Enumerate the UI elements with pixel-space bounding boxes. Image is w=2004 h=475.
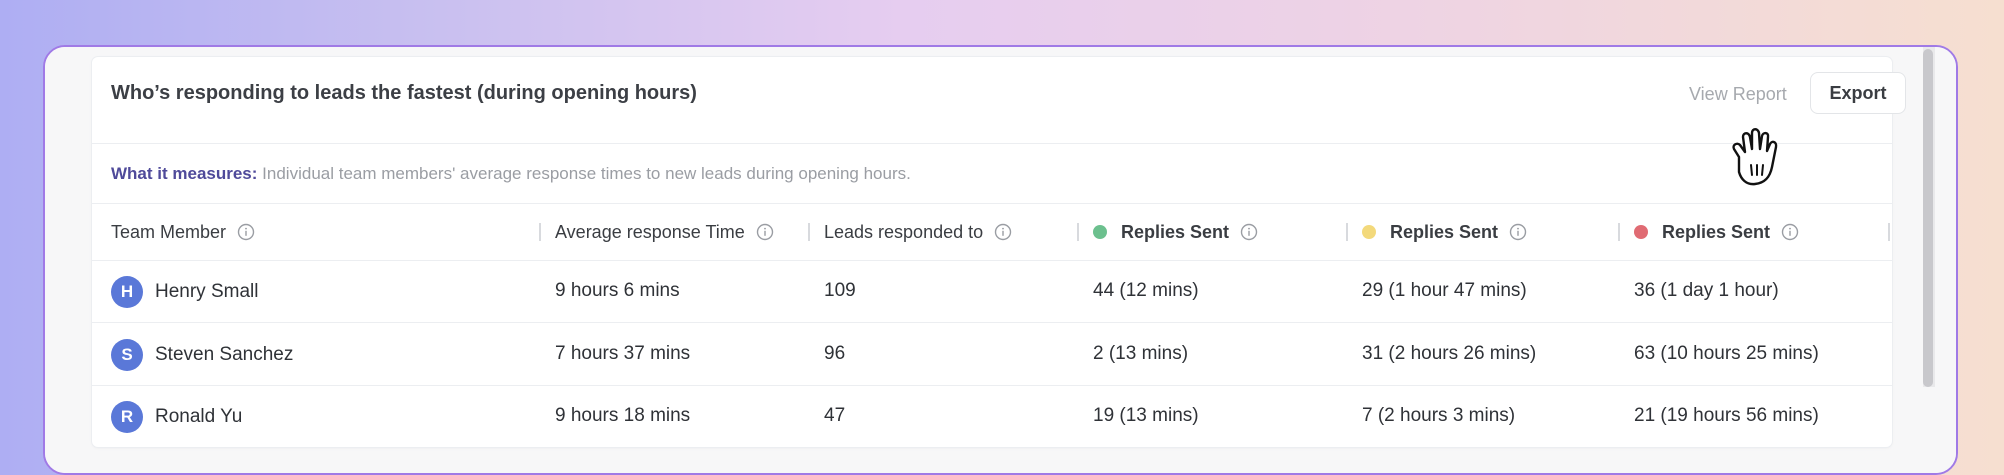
replies-yellow-cell: 7 (2 hours 3 mins) — [1362, 405, 1516, 426]
column-label: Average response Time — [555, 222, 745, 242]
avatar: H — [111, 276, 143, 308]
table-row[interactable]: S Steven Sanchez 7 hours 37 mins 96 2 (1… — [92, 323, 1892, 386]
replies-red-cell: 21 (19 hours 56 mins) — [1634, 405, 1819, 426]
team-member-cell: R Ronald Yu — [111, 401, 242, 433]
info-icon[interactable] — [994, 223, 1012, 241]
hand-cursor-icon — [1732, 128, 1778, 186]
column-header-leads-responded[interactable]: Leads responded to — [824, 221, 1012, 243]
member-name: Ronald Yu — [155, 406, 243, 427]
table-row[interactable]: R Ronald Yu 9 hours 18 mins 47 19 (13 mi… — [92, 385, 1892, 447]
replies-green-cell: 19 (13 mins) — [1093, 405, 1199, 426]
measure-label: What it measures: — [111, 164, 258, 183]
info-icon[interactable] — [1240, 223, 1258, 241]
card-title: Who’s responding to leads the fastest (d… — [111, 82, 697, 104]
card-header: Who’s responding to leads the fastest (d… — [92, 57, 1906, 144]
column-divider[interactable] — [1888, 223, 1890, 241]
member-name: Steven Sanchez — [155, 344, 294, 365]
leads-responded-cell: 47 — [824, 405, 846, 426]
status-dot-green — [1093, 225, 1107, 239]
info-icon[interactable] — [756, 223, 774, 241]
info-icon[interactable] — [1509, 223, 1527, 241]
avg-response-cell: 7 hours 37 mins — [555, 343, 691, 364]
column-label: Replies Sent — [1662, 222, 1771, 242]
column-label: Replies Sent — [1390, 222, 1499, 242]
replies-green-cell: 44 (12 mins) — [1093, 280, 1199, 301]
table-header: Team Member Average response Time Leads … — [92, 203, 1892, 261]
export-button[interactable]: Export — [1810, 72, 1906, 114]
avatar: S — [111, 339, 143, 371]
avg-response-cell: 9 hours 18 mins — [555, 405, 691, 426]
column-divider[interactable] — [1618, 223, 1620, 241]
info-icon[interactable] — [237, 223, 255, 241]
info-icon[interactable] — [1781, 223, 1799, 241]
leads-responded-cell: 96 — [824, 343, 846, 364]
status-dot-yellow — [1362, 225, 1376, 239]
report-card: Who’s responding to leads the fastest (d… — [92, 57, 1906, 447]
status-dot-red — [1634, 225, 1648, 239]
column-label: Leads responded to — [824, 222, 984, 242]
view-report-link[interactable]: View Report — [1689, 83, 1787, 105]
leads-responded-cell: 109 — [824, 280, 856, 301]
measure-description: What it measures: Individual team member… — [111, 163, 911, 185]
scrollbar-thumb[interactable] — [1923, 49, 1933, 387]
replies-yellow-cell: 31 (2 hours 26 mins) — [1362, 343, 1537, 364]
column-header-replies-red[interactable]: Replies Sent — [1634, 221, 1799, 243]
avg-response-cell: 9 hours 6 mins — [555, 280, 680, 301]
replies-red-cell: 63 (10 hours 25 mins) — [1634, 343, 1819, 364]
column-header-average-response[interactable]: Average response Time — [555, 221, 774, 243]
replies-red-cell: 36 (1 day 1 hour) — [1634, 280, 1779, 301]
team-member-cell: H Henry Small — [111, 276, 258, 308]
column-header-team-member[interactable]: Team Member — [111, 221, 255, 243]
column-label: Replies Sent — [1121, 222, 1230, 242]
column-divider[interactable] — [539, 223, 541, 241]
team-member-cell: S Steven Sanchez — [111, 339, 293, 371]
app-window: Who’s responding to leads the fastest (d… — [43, 45, 1958, 475]
column-divider[interactable] — [808, 223, 810, 241]
column-label: Team Member — [111, 222, 227, 242]
replies-yellow-cell: 29 (1 hour 47 mins) — [1362, 280, 1527, 301]
column-header-replies-green[interactable]: Replies Sent — [1093, 221, 1258, 243]
measure-text: Individual team members' average respons… — [262, 164, 911, 183]
table-row[interactable]: H Henry Small 9 hours 6 mins 109 44 (12 … — [92, 260, 1892, 323]
column-divider[interactable] — [1077, 223, 1079, 241]
member-name: Henry Small — [155, 281, 259, 302]
replies-green-cell: 2 (13 mins) — [1093, 343, 1189, 364]
avatar: R — [111, 401, 143, 433]
column-header-replies-yellow[interactable]: Replies Sent — [1362, 221, 1527, 243]
column-divider[interactable] — [1346, 223, 1348, 241]
